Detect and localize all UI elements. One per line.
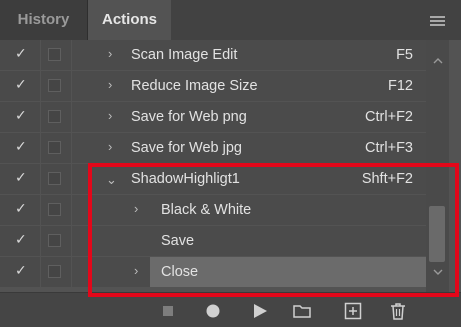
checkmark-icon[interactable]: ✓ [15, 46, 29, 60]
scroll-down-icon[interactable] [433, 268, 443, 276]
chevron-right-icon[interactable]: › [134, 202, 144, 216]
dialog-toggle-box[interactable] [48, 172, 61, 185]
scrollbar-thumb[interactable] [429, 206, 445, 262]
chevron-right-icon[interactable]: › [108, 47, 118, 61]
play-icon[interactable] [250, 301, 270, 321]
action-row[interactable]: ✓ › Save for Web png Ctrl+F2 [0, 102, 426, 133]
chevron-right-icon[interactable]: › [108, 109, 118, 123]
item-toggle-cell[interactable]: ✓ [0, 133, 40, 163]
dialog-toggle-cell[interactable] [41, 195, 71, 225]
action-shortcut: F5 [396, 47, 413, 63]
dialog-toggle-cell[interactable] [41, 133, 71, 163]
dialog-toggle-cell[interactable] [41, 257, 71, 287]
actions-toolbar [0, 292, 461, 327]
action-name: Save for Web png [131, 109, 247, 125]
action-row-main[interactable]: › Save for Web png Ctrl+F2 [72, 102, 426, 132]
item-toggle-cell[interactable]: ✓ [0, 164, 40, 194]
action-name: Save for Web jpg [131, 140, 242, 156]
action-step-name: Close [161, 264, 199, 280]
dialog-toggle-box[interactable] [48, 110, 61, 123]
action-row[interactable]: ✓ › Scan Image Edit F5 [0, 40, 426, 71]
action-row-main[interactable]: › Black & White [72, 195, 426, 225]
panel-tab-bar: History Actions [0, 0, 461, 40]
action-name: Reduce Image Size [131, 78, 258, 94]
action-name: Scan Image Edit [131, 47, 238, 63]
panel-menu-icon[interactable] [430, 16, 445, 27]
action-step-name: Save [161, 233, 195, 249]
action-set-row[interactable]: ✓ ⌄ ShadowHighligt1 Shft+F2 [0, 164, 426, 195]
new-action-icon[interactable] [343, 301, 363, 321]
panel-right-edge [449, 40, 461, 327]
action-step-row[interactable]: ✓ › Close [0, 257, 426, 288]
dialog-toggle-cell[interactable] [41, 40, 71, 70]
checkmark-icon[interactable]: ✓ [15, 201, 29, 215]
selected-step-highlight[interactable]: Close [150, 257, 426, 287]
action-row-main[interactable]: › Save for Web jpg Ctrl+F3 [72, 133, 426, 163]
action-row-main[interactable]: ⌄ ShadowHighligt1 Shft+F2 [72, 164, 426, 194]
checkmark-icon[interactable]: ✓ [15, 170, 29, 184]
action-shortcut: Ctrl+F3 [365, 140, 413, 156]
action-row-main[interactable]: › Reduce Image Size F12 [72, 71, 426, 101]
chevron-right-icon[interactable]: › [134, 264, 144, 278]
action-name: ShadowHighligt1 [131, 171, 240, 187]
chevron-down-icon[interactable]: ⌄ [106, 173, 117, 187]
item-toggle-cell[interactable]: ✓ [0, 257, 40, 287]
dialog-toggle-box[interactable] [48, 265, 61, 278]
item-toggle-cell[interactable]: ✓ [0, 40, 40, 70]
checkmark-icon[interactable]: ✓ [15, 232, 29, 246]
action-shortcut: Shft+F2 [361, 171, 413, 187]
item-toggle-cell[interactable]: ✓ [0, 195, 40, 225]
dialog-toggle-box[interactable] [48, 79, 61, 92]
item-toggle-cell[interactable]: ✓ [0, 102, 40, 132]
action-row[interactable]: ✓ › Reduce Image Size F12 [0, 71, 426, 102]
dialog-toggle-box[interactable] [48, 48, 61, 61]
scroll-up-icon[interactable] [433, 57, 443, 65]
dialog-toggle-cell[interactable] [41, 164, 71, 194]
chevron-right-icon[interactable]: › [108, 78, 118, 92]
checkmark-icon[interactable]: ✓ [15, 108, 29, 122]
item-toggle-cell[interactable]: ✓ [0, 71, 40, 101]
new-set-folder-icon[interactable] [292, 301, 312, 321]
list-scrollbar[interactable] [426, 40, 449, 292]
dialog-toggle-cell[interactable] [41, 71, 71, 101]
action-step-name: Black & White [161, 202, 252, 218]
action-row[interactable]: ✓ › Save for Web jpg Ctrl+F3 [0, 133, 426, 164]
action-step-row[interactable]: ✓ › Black & White [0, 195, 426, 226]
delete-trash-icon[interactable] [388, 301, 408, 321]
tab-actions[interactable]: Actions [88, 0, 171, 40]
checkmark-icon[interactable]: ✓ [15, 263, 29, 277]
dialog-toggle-box[interactable] [48, 141, 61, 154]
action-row-main[interactable]: › Scan Image Edit F5 [72, 40, 426, 70]
action-shortcut: Ctrl+F2 [365, 109, 413, 125]
actions-panel: History Actions ✓ › Scan Image Edit F5 ✓… [0, 0, 461, 327]
record-icon[interactable] [203, 301, 223, 321]
actions-list: ✓ › Scan Image Edit F5 ✓ › Reduce Image … [0, 40, 426, 292]
dialog-toggle-box[interactable] [48, 203, 61, 216]
item-toggle-cell[interactable]: ✓ [0, 226, 40, 256]
tab-history[interactable]: History [0, 0, 88, 40]
action-shortcut: F12 [388, 78, 413, 94]
chevron-right-icon[interactable]: › [108, 140, 118, 154]
stop-icon[interactable] [158, 301, 178, 321]
dialog-toggle-box[interactable] [48, 234, 61, 247]
action-row-main[interactable]: Save [72, 226, 426, 256]
checkmark-icon[interactable]: ✓ [15, 77, 29, 91]
checkmark-icon[interactable]: ✓ [15, 139, 29, 153]
dialog-toggle-cell[interactable] [41, 102, 71, 132]
dialog-toggle-cell[interactable] [41, 226, 71, 256]
action-row-main[interactable]: › Close [72, 257, 426, 287]
action-step-row[interactable]: ✓ Save [0, 226, 426, 257]
